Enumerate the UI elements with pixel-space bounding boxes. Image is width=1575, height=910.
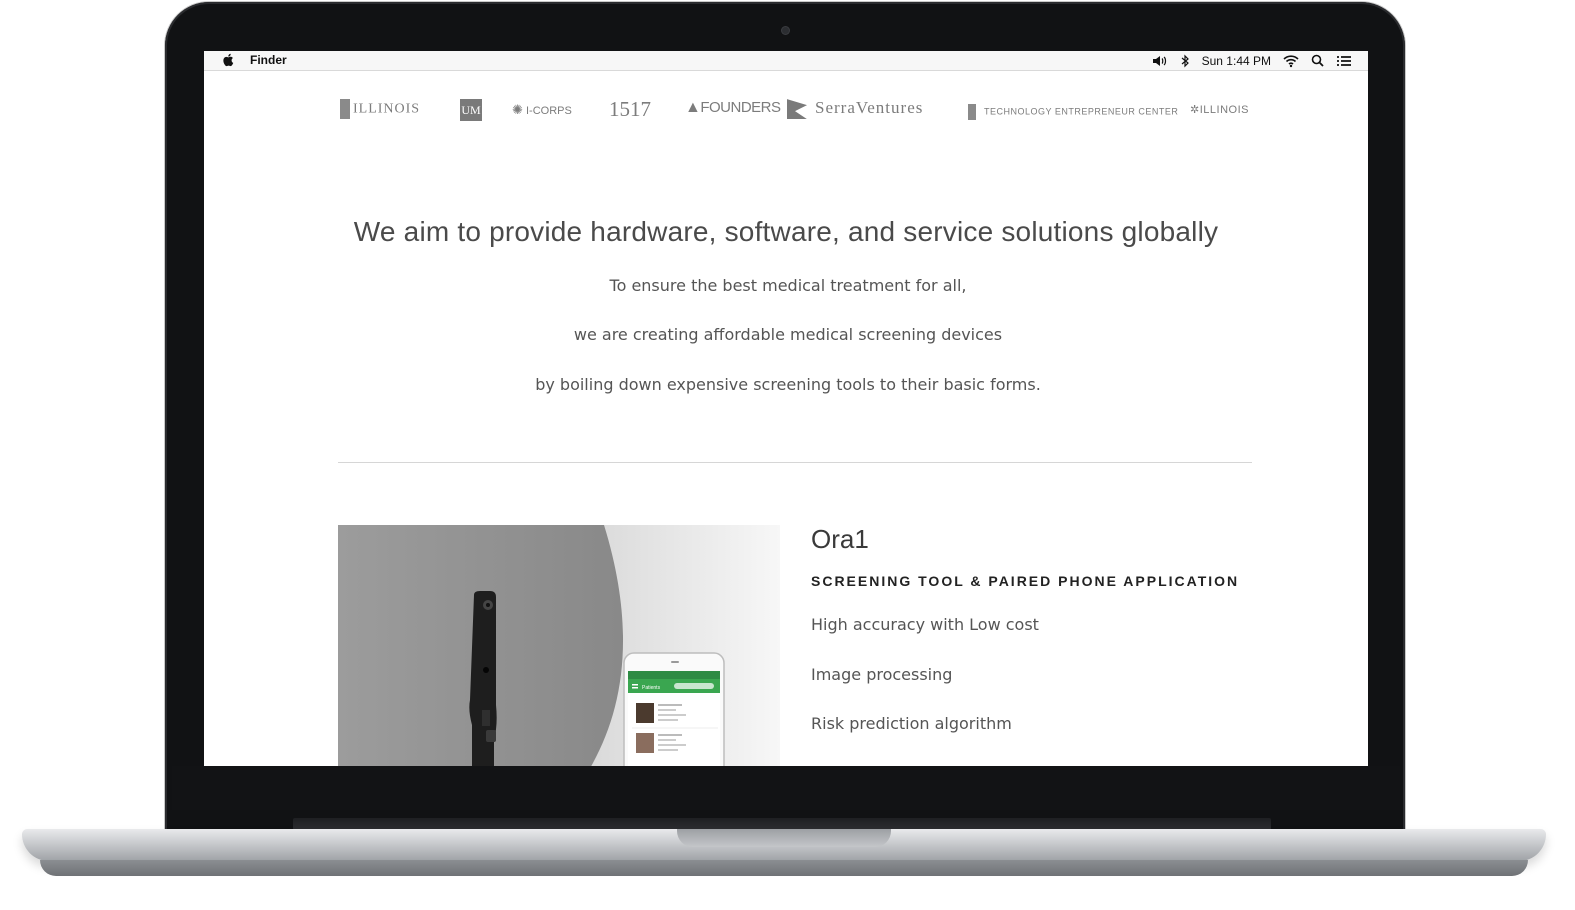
menu-bar: Finder Sun 1:44 PM <box>204 51 1368 71</box>
phone-mockup: Patients <box>623 652 725 766</box>
illinois-ventures-logo[interactable]: ✲ILLINOIS <box>1190 103 1249 116</box>
tec-logo[interactable]: TECHNOLOGY ENTREPRENEUR CENTER <box>968 104 1178 120</box>
clock[interactable]: Sun 1:44 PM <box>1202 54 1271 68</box>
search-icon[interactable] <box>1311 54 1324 68</box>
screening-tool <box>469 591 497 766</box>
volume-icon[interactable] <box>1152 54 1168 68</box>
feature-item: Risk prediction algorithm <box>811 714 1012 733</box>
feature-item: Image processing <box>811 665 953 684</box>
illinois-logo[interactable]: ILLINOIS <box>340 99 420 119</box>
page-headline: We aim to provide hardware, software, an… <box>353 216 1219 247</box>
trackpad-notch <box>677 829 891 847</box>
hero-line-3: by boiling down expensive screening tool… <box>535 375 1041 394</box>
serraventures-logo[interactable]: SerraVentures <box>787 98 923 120</box>
product-subtitle: SCREENING TOOL & PAIRED PHONE APPLICATIO… <box>811 573 1240 589</box>
hero-line-1: To ensure the best medical treatment for… <box>609 276 967 295</box>
founders-logo[interactable]: ▲FOUNDERS <box>685 99 781 117</box>
screen: Finder Sun 1:44 PM ILLINOIS UM ✺ I-CORPS… <box>204 51 1368 766</box>
apple-icon[interactable] <box>222 53 234 67</box>
chevron-up-icon: ▲ <box>685 99 701 116</box>
phone-app-header: Patients <box>642 685 661 691</box>
i-corps-logo[interactable]: ✺ I-CORPS <box>512 102 572 118</box>
gear-icon: ✺ <box>512 102 523 117</box>
feature-item: High accuracy with Low cost <box>811 615 1039 634</box>
laptop-base-bottom <box>40 860 1528 876</box>
bluetooth-icon[interactable] <box>1180 54 1190 68</box>
partner-logos: ILLINOIS UM ✺ I-CORPS 1517 ▲FOUNDERS Ser… <box>204 91 1368 141</box>
product-title: Ora1 <box>811 524 869 554</box>
section-divider <box>338 462 1252 463</box>
serra-mark-icon <box>787 99 807 120</box>
1517-logo[interactable]: 1517 <box>609 97 651 122</box>
um-logo[interactable]: UM <box>460 99 482 121</box>
status-area: Sun 1:44 PM <box>1152 51 1352 70</box>
asterisk-icon: ✲ <box>1190 104 1200 116</box>
list-icon[interactable] <box>1336 54 1352 68</box>
app-menu-finder[interactable]: Finder <box>250 53 287 67</box>
hero-line-2: we are creating affordable medical scree… <box>573 325 1003 344</box>
wifi-icon[interactable] <box>1283 54 1299 68</box>
camera <box>782 27 789 34</box>
lower-bezel <box>172 766 1400 810</box>
product-image: Patients <box>338 525 780 766</box>
